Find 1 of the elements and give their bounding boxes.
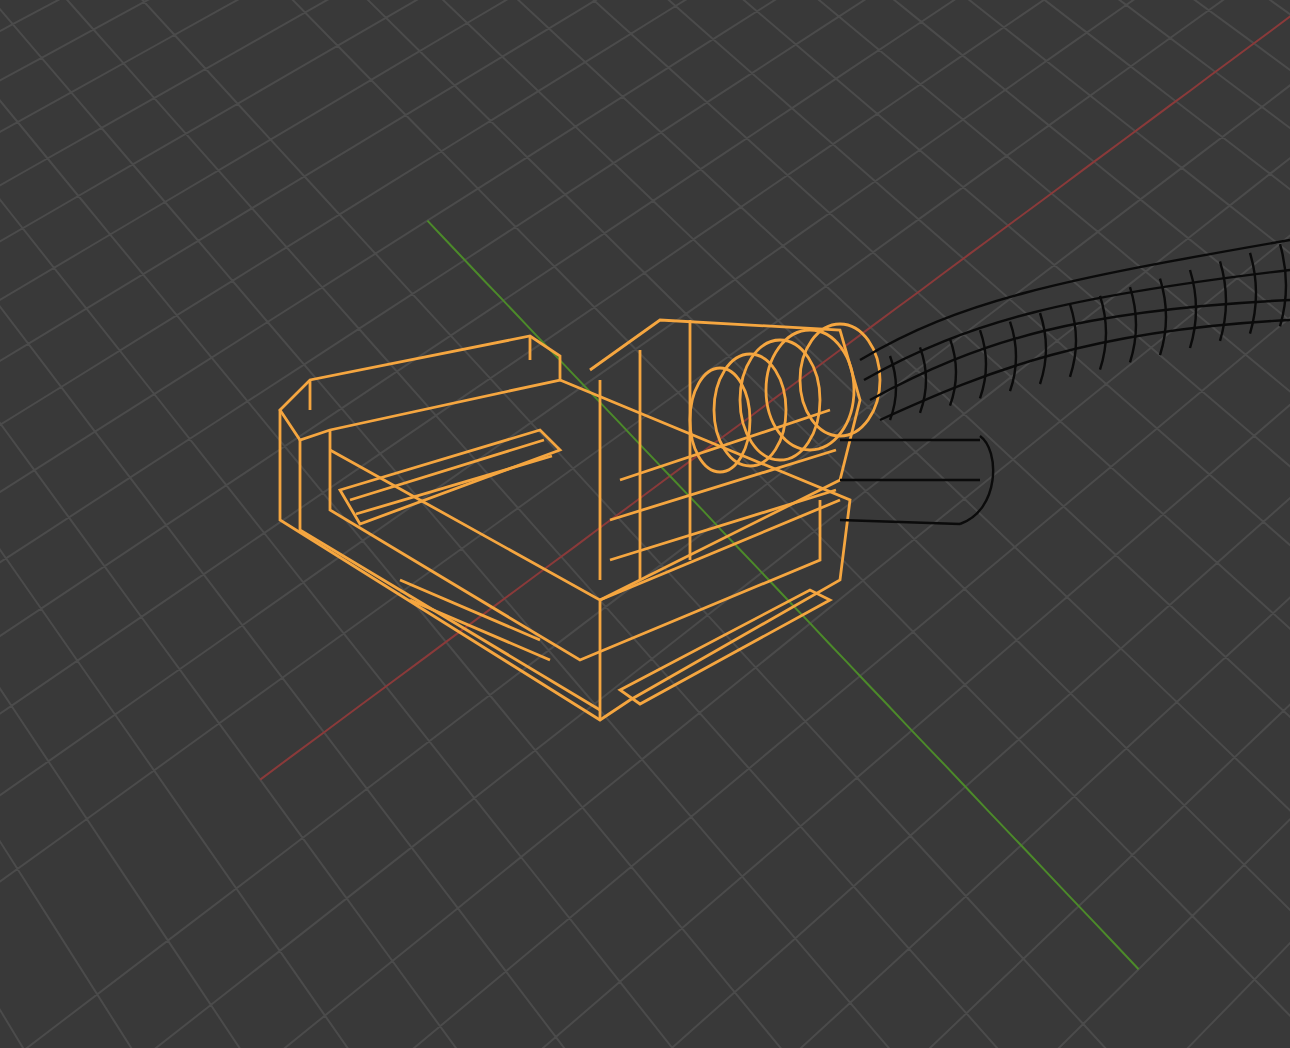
- connector-wireframe-drawing[interactable]: [278, 318, 882, 722]
